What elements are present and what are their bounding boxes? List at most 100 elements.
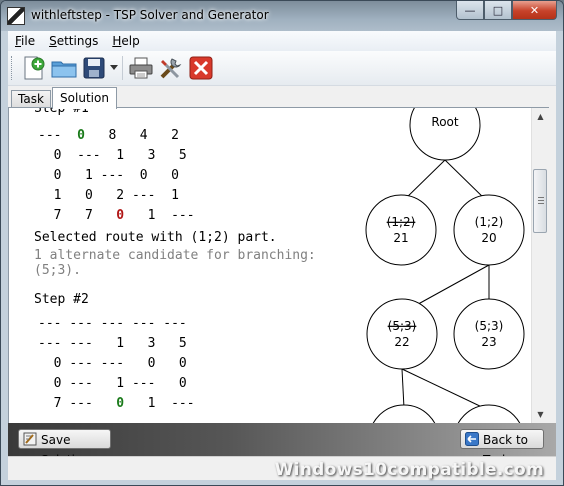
title-bar: withleftstep - TSP Solver and Generator … (1, 1, 563, 31)
status-bar: Windows10compatible.com (8, 456, 556, 480)
toolbar-separator (122, 56, 123, 80)
close-icon: ✕ (529, 3, 540, 17)
tab-task[interactable]: Task (11, 90, 51, 108)
save-solution-button[interactable]: Save Solution (18, 429, 111, 467)
matrix-cell: --- (77, 148, 101, 163)
alternate-candidate-text: 1 alternate candidate for branching: (5;… (34, 248, 316, 278)
matrix-cell: 7 (84, 208, 93, 223)
matrix-cell: 1 (116, 336, 125, 351)
settings-tools-button[interactable] (156, 53, 186, 83)
dropdown-arrow-icon (110, 65, 118, 70)
tree-node-label: Root (431, 115, 458, 129)
matrix-cell: 1 (84, 168, 93, 183)
matrix-cell: --- (38, 336, 62, 351)
menu-file[interactable]: File (8, 34, 42, 48)
new-file-icon (24, 56, 45, 80)
matrix-step2: --- --- --- --- --- --- --- 1 3 5 0 --- … (38, 314, 195, 414)
print-button[interactable] (126, 53, 156, 83)
bottom-button-bar: Save Solution Back to Task (8, 423, 556, 467)
grip-line (538, 197, 544, 198)
matrix-cell: 0 (178, 356, 187, 371)
tree-node (365, 194, 437, 266)
matrix-cell: 0 (53, 148, 62, 163)
matrix-cell: 1 (53, 188, 62, 203)
matrix-cell: 1 (147, 208, 156, 223)
tree-node-bound: 20 (481, 231, 496, 245)
tree-node-bound: 22 (394, 335, 409, 349)
matrix-cell: 0 (171, 168, 179, 183)
window-controls: — □ ✕ (456, 1, 557, 20)
matrix-cell: 0 (147, 356, 156, 371)
matrix-cell: --- (69, 396, 93, 411)
matrix-cell: 1 (116, 148, 125, 163)
open-folder-icon (51, 61, 77, 78)
matrix-cell: --- (171, 396, 195, 411)
matrix-cell: --- (131, 316, 156, 331)
matrix-cell: --- (100, 356, 125, 371)
matrix-cell: --- (38, 128, 62, 143)
chevron-up-icon: ▲ (537, 112, 544, 121)
close-window-button[interactable]: ✕ (512, 1, 557, 20)
open-button[interactable] (49, 53, 79, 83)
menu-help[interactable]: Help (105, 34, 146, 48)
grip-line (538, 203, 544, 204)
matrix-cell: 3 (147, 336, 156, 351)
tree-node (372, 404, 436, 423)
print-icon (129, 57, 153, 79)
scroll-down-button[interactable]: ▼ (532, 406, 549, 423)
delete-icon (189, 56, 213, 80)
matrix-cell: 7 (53, 208, 62, 223)
minimize-button[interactable]: — (456, 1, 484, 20)
matrix-step1: --- 0 8 4 2 0 --- 1 3 5 0 1 --- 0 0 1 0 … (38, 126, 195, 226)
tools-icon (160, 58, 182, 79)
back-to-task-button[interactable]: Back to Task (460, 429, 544, 467)
new-task-button[interactable] (19, 53, 49, 83)
matrix-cell: --- (69, 356, 93, 371)
matrix-cell: 5 (178, 148, 187, 163)
scroll-up-button[interactable]: ▲ (532, 108, 549, 125)
vertical-scrollbar[interactable]: ▲ ▼ (531, 108, 549, 423)
matrix-cell: --- (171, 208, 195, 223)
toolbar-grip[interactable] (11, 56, 15, 80)
minimize-icon: — (464, 3, 476, 17)
tab-solution[interactable]: Solution (52, 87, 117, 109)
matrix-cell: 2 (116, 188, 125, 203)
tree-node (457, 404, 521, 423)
matrix-cell: --- (100, 316, 125, 331)
matrix-cell-selected: 0 (116, 396, 125, 411)
matrix-cell: 0 (53, 168, 62, 183)
tree-node-label: (5;3) (475, 319, 504, 333)
maximize-button[interactable]: □ (484, 1, 512, 20)
chevron-down-icon: ▼ (537, 410, 544, 419)
solution-content: Step #1 --- 0 8 4 2 0 --- 1 3 5 0 1 --- … (9, 108, 526, 423)
selected-route-text: Selected route with (1;2) part. (34, 230, 277, 245)
menu-bar: File Settings Help (8, 31, 556, 51)
matrix-cell: 8 (108, 128, 117, 143)
menu-settings[interactable]: Settings (42, 34, 105, 48)
tree-node (366, 298, 438, 370)
matrix-cell: 1 (171, 188, 179, 203)
matrix-cell-alternate: 0 (116, 208, 125, 223)
matrix-cell: 1 (147, 396, 156, 411)
matrix-cell: 0 (139, 168, 148, 183)
tab-bar: Task Solution (8, 87, 556, 109)
save-solution-icon (23, 432, 37, 446)
close-task-button[interactable] (186, 53, 216, 83)
maximize-icon: □ (492, 3, 504, 17)
grip-line (538, 200, 544, 201)
matrix-cell: 0 (53, 356, 62, 371)
client-area: File Settings Help Task Solution Step #1… (8, 31, 556, 480)
tree-node (453, 194, 525, 266)
save-button[interactable] (79, 53, 109, 83)
app-window: withleftstep - TSP Solver and Generator … (0, 0, 564, 486)
matrix-cell: --- (131, 376, 156, 391)
scroll-thumb[interactable] (533, 169, 547, 233)
save-dropdown-button[interactable] (109, 53, 119, 83)
matrix-cell: --- (163, 316, 187, 331)
toolbar (8, 51, 556, 86)
matrix-cell: --- (69, 376, 93, 391)
matrix-cell: 0 (84, 188, 93, 203)
matrix-cell: 0 (53, 376, 62, 391)
alternate-line: (5;3). (34, 263, 81, 278)
matrix-cell-selected: 0 (77, 128, 85, 143)
